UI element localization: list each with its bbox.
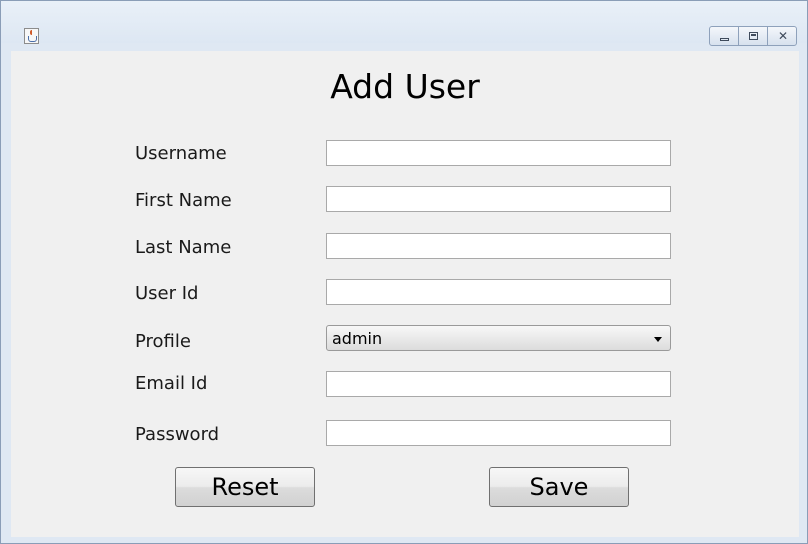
email-id-label: Email Id [135,373,208,394]
close-icon: ✕ [777,29,789,43]
window-controls: ✕ [709,26,797,46]
minimize-button[interactable] [709,26,739,46]
close-button[interactable]: ✕ [767,26,797,46]
last-name-field[interactable] [326,233,671,259]
page-title: Add User [330,67,480,106]
email-id-field[interactable] [326,371,671,397]
username-field[interactable] [326,140,671,166]
form-panel: Add User Username First Name Last Name U… [11,51,799,537]
profile-selected-value: admin [332,329,383,348]
first-name-label: First Name [135,190,232,211]
save-button[interactable]: Save [489,467,629,507]
password-field[interactable] [326,420,671,446]
app-window: ✕ Add User Username First Name Last Name… [0,0,808,544]
last-name-label: Last Name [135,237,232,258]
user-id-label: User Id [135,283,199,304]
profile-label: Profile [135,331,191,352]
maximize-button[interactable] [738,26,768,46]
password-label: Password [135,424,220,445]
first-name-field[interactable] [326,186,671,212]
chevron-down-icon [654,337,662,342]
minimize-icon [720,38,729,41]
user-id-field[interactable] [326,279,671,305]
username-label: Username [135,143,227,164]
java-cup-icon[interactable] [24,28,39,44]
reset-button[interactable]: Reset [175,467,315,507]
maximize-icon [749,32,758,40]
profile-select[interactable]: admin [326,325,671,351]
title-bar[interactable]: ✕ [1,1,807,46]
